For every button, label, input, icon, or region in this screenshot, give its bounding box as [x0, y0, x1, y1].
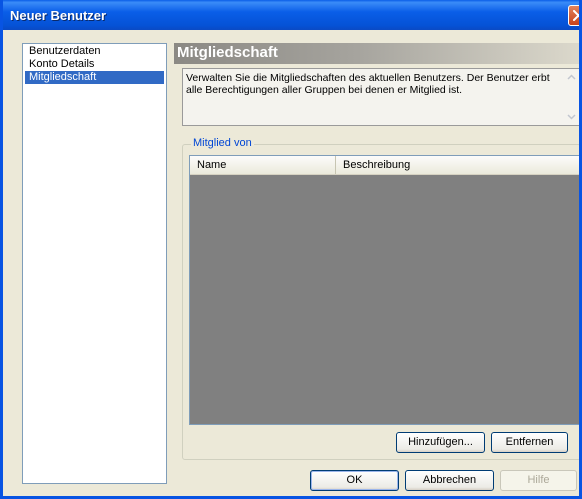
ok-button[interactable]: OK [310, 470, 399, 491]
close-button[interactable] [568, 5, 579, 26]
window-title: Neuer Benutzer [10, 8, 107, 23]
description-box: Verwalten Sie die Mitgliedschaften des a… [182, 68, 579, 126]
membership-list[interactable]: Name Beschreibung [189, 155, 579, 425]
sidebar-item-mitgliedschaft[interactable]: Mitgliedschaft [25, 71, 164, 84]
chevron-up-icon[interactable] [566, 72, 577, 83]
remove-button[interactable]: Entfernen [491, 432, 568, 453]
description-text: Verwalten Sie die Mitgliedschaften des a… [186, 72, 556, 96]
column-header-name[interactable]: Name [190, 156, 336, 174]
list-header: Name Beschreibung [190, 156, 579, 175]
group-label: Mitglied von [191, 137, 254, 149]
description-line-1: Verwalten Sie die Mitgliedschaften des a… [186, 72, 550, 84]
title-bar[interactable]: Neuer Benutzer [3, 0, 579, 30]
description-line-2: alle Berechtigungen aller Gruppen bei de… [186, 84, 463, 96]
chevron-down-icon[interactable] [566, 111, 577, 122]
cancel-button[interactable]: Abbrechen [405, 470, 494, 491]
close-icon [573, 10, 579, 21]
sidebar-item-benutzerdaten[interactable]: Benutzerdaten [25, 45, 164, 58]
sidebar-item-konto-details[interactable]: Konto Details [25, 58, 164, 71]
description-scrollbar[interactable] [564, 70, 579, 124]
help-button: Hilfe [500, 470, 577, 491]
section-title: Mitgliedschaft [177, 44, 278, 61]
column-header-description[interactable]: Beschreibung [336, 156, 579, 174]
dialog-window: Neuer Benutzer Benutzerdaten Konto Detai… [0, 0, 582, 499]
section-header: Mitgliedschaft [174, 43, 579, 64]
add-button[interactable]: Hinzufügen... [396, 432, 485, 453]
sidebar-nav: Benutzerdaten Konto Details Mitgliedscha… [22, 43, 167, 484]
